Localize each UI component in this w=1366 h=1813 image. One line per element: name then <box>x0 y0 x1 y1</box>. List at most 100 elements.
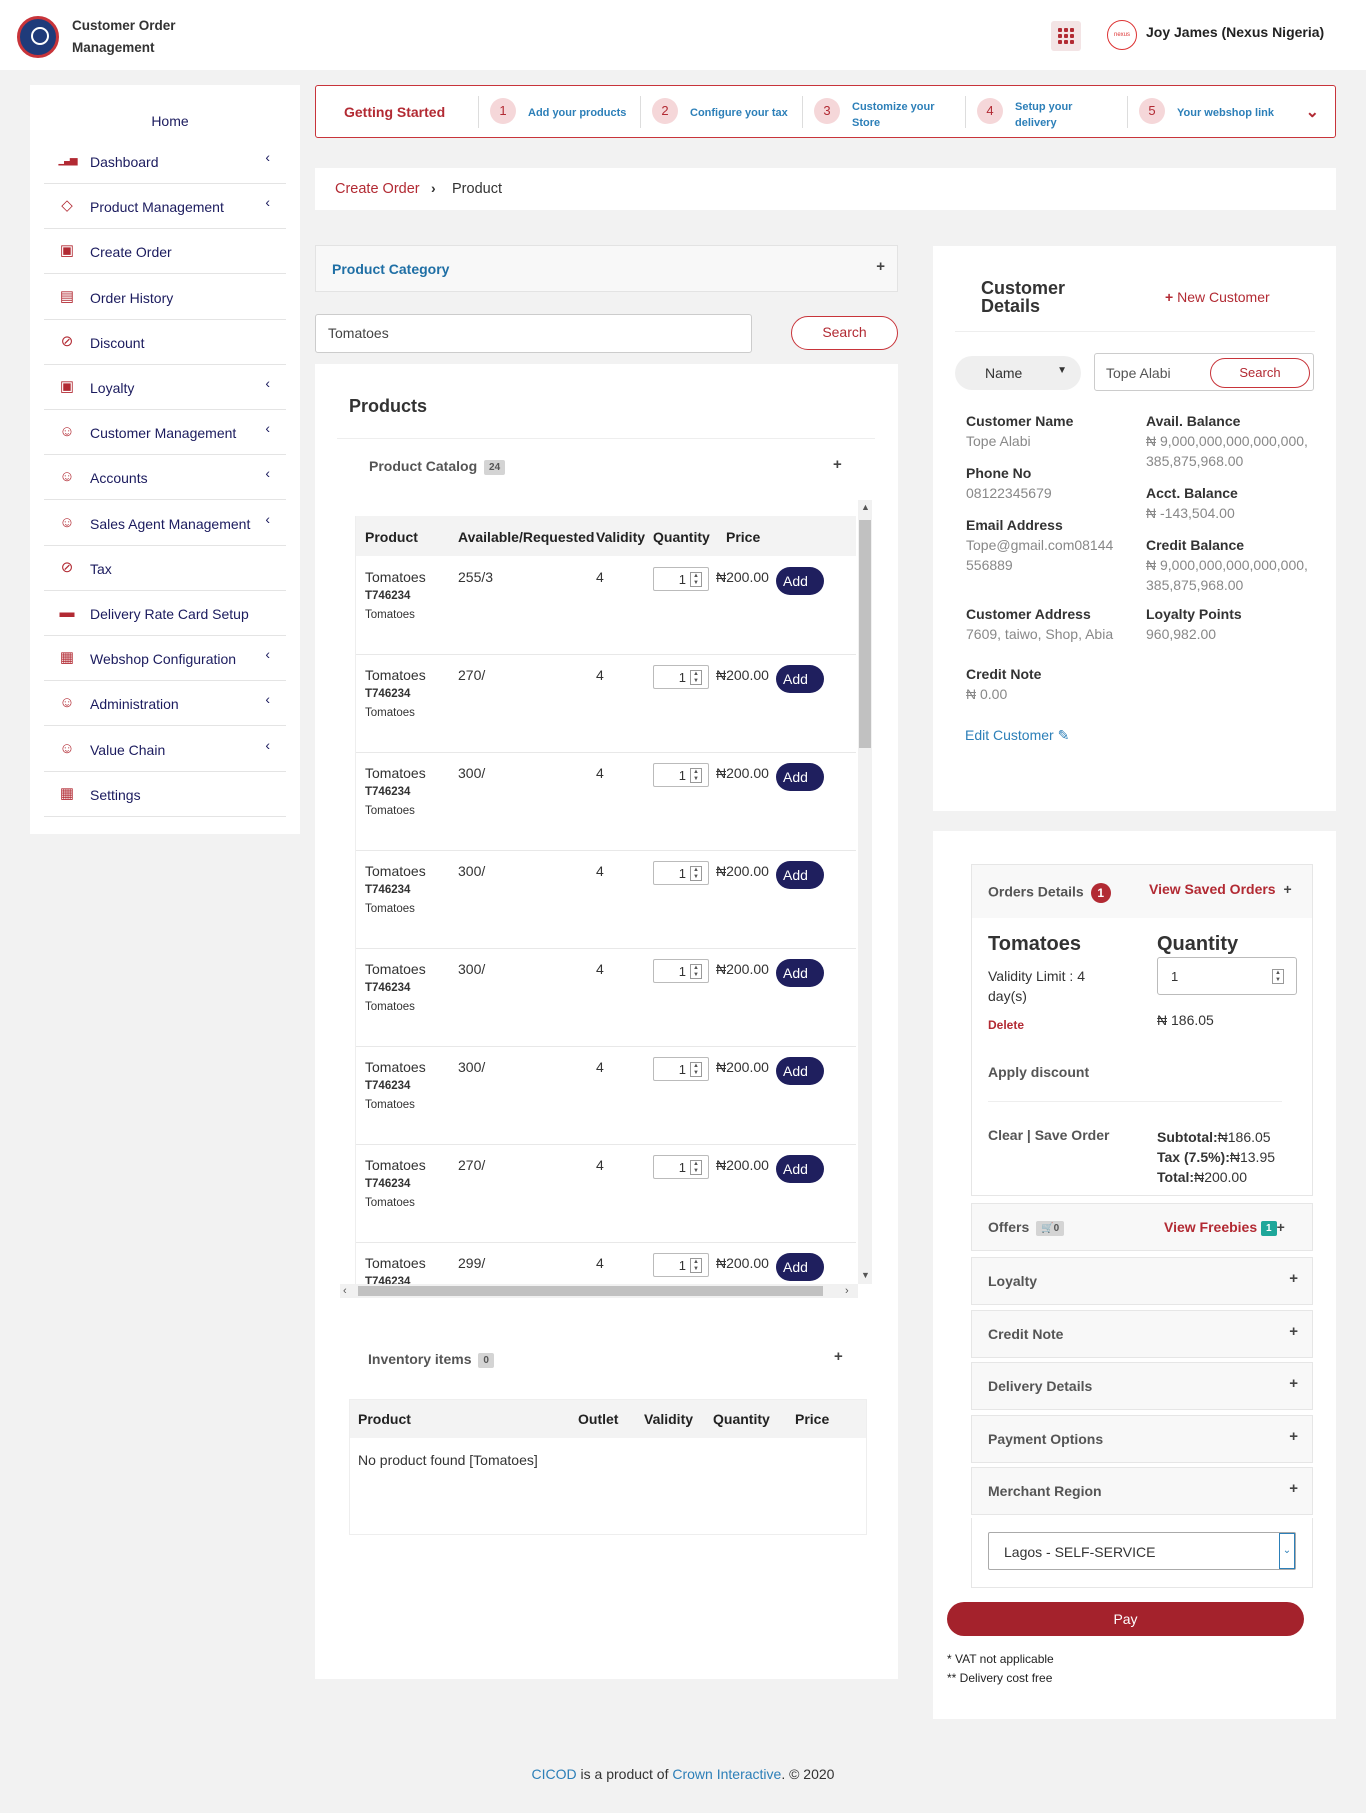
scroll-down-icon[interactable]: ▼ <box>861 1270 870 1280</box>
pay-button[interactable]: Pay <box>947 1602 1304 1636</box>
payment-options-panel[interactable]: Payment Options + <box>971 1414 1313 1463</box>
user-name[interactable]: Joy James (Nexus Nigeria) <box>1146 24 1324 40</box>
stepper-icon[interactable]: ▲ ▼ <box>690 670 702 685</box>
chevron-left-icon[interactable]: ‹ <box>265 420 270 436</box>
chevron-left-icon[interactable]: ‹ <box>265 375 270 391</box>
product-catalog-label[interactable]: Product Catalog 24 <box>369 458 506 475</box>
quantity-stepper[interactable]: 1 ▲ ▼ <box>653 567 709 591</box>
horizontal-scroll-thumb[interactable] <box>358 1286 823 1296</box>
chevron-left-icon[interactable]: ‹ <box>265 194 270 210</box>
sidebar-item-create-order[interactable]: ▣ Create Order <box>44 229 286 275</box>
chevron-left-icon[interactable]: ‹ <box>265 646 270 662</box>
stepper-icon[interactable]: ▲ ▼ <box>690 768 702 783</box>
chevron-left-icon[interactable]: ‹ <box>265 737 270 753</box>
stepper-icon[interactable]: ▲ ▼ <box>690 1258 702 1273</box>
view-saved-orders-link[interactable]: View Saved Orders + <box>1149 881 1292 897</box>
sidebar-item-accounts[interactable]: ☺ Accounts ‹ <box>44 455 286 501</box>
vertical-scroll-thumb[interactable] <box>859 520 871 748</box>
scroll-up-icon[interactable]: ▲ <box>861 502 870 512</box>
sidebar-item-product-management[interactable]: ◇ Product Management ‹ <box>44 184 286 230</box>
apply-discount-link[interactable]: Apply discount <box>988 1064 1089 1080</box>
view-freebies-link[interactable]: View Freebies 1 + <box>1164 1219 1285 1236</box>
delivery-details-panel[interactable]: Delivery Details + <box>971 1362 1313 1411</box>
sidebar-item-discount[interactable]: ⊘ Discount <box>44 320 286 365</box>
plus-icon[interactable]: + <box>834 1348 843 1365</box>
quantity-stepper[interactable]: 1 ▲ ▼ <box>653 959 709 983</box>
footer-brand-link[interactable]: CICOD <box>532 1766 577 1782</box>
chevron-left-icon[interactable]: ‹ <box>265 511 270 527</box>
offers-panel[interactable]: Offers 🛒0 View Freebies 1 + <box>971 1203 1313 1251</box>
customer-filter-select[interactable]: Name ▼ <box>955 356 1081 390</box>
sidebar-item-tax[interactable]: ⊘ Tax <box>44 546 286 591</box>
chevron-down-icon[interactable]: ⌄ <box>1306 102 1319 122</box>
orders-details-header[interactable]: Orders Details 1 View Saved Orders + <box>971 864 1313 919</box>
stepper-icon[interactable]: ▲ ▼ <box>690 1062 702 1077</box>
sidebar-item-loyalty[interactable]: ▣ Loyalty ‹ <box>44 365 286 410</box>
plus-icon[interactable]: + <box>833 456 842 473</box>
merchant-region-panel[interactable]: Merchant Region + <box>971 1467 1313 1516</box>
getting-started-step-2[interactable]: 2 Configure your tax <box>652 98 802 128</box>
quantity-stepper[interactable]: 1 ▲ ▼ <box>653 1057 709 1081</box>
sidebar-item-delivery-rate-card-setup[interactable]: ▬ Delivery Rate Card Setup <box>44 591 286 636</box>
loyalty-panel[interactable]: Loyalty + <box>971 1257 1313 1305</box>
getting-started-step-1[interactable]: 1 Add your products <box>490 98 640 128</box>
plus-icon[interactable]: + <box>1289 1270 1298 1287</box>
stepper-icon[interactable]: ▲ ▼ <box>690 1160 702 1175</box>
stepper-icon[interactable]: ▲ ▼ <box>690 866 702 881</box>
chevron-left-icon[interactable]: ‹ <box>265 691 270 707</box>
sidebar-item-customer-management[interactable]: ☺ Customer Management ‹ <box>44 410 286 456</box>
plus-icon[interactable]: + <box>876 258 885 275</box>
avatar[interactable]: nexus <box>1107 20 1137 50</box>
chevron-left-icon[interactable]: ‹ <box>265 149 270 165</box>
sidebar-item-dashboard[interactable]: ▁▃▅ Dashboard ‹ <box>44 139 286 184</box>
merchant-region-select[interactable]: Lagos - SELF-SERVICE ⌄ <box>988 1532 1296 1570</box>
add-product-button[interactable]: Add <box>776 1253 824 1281</box>
sidebar-home[interactable]: Home <box>30 113 310 129</box>
add-product-button[interactable]: Add <box>776 763 824 791</box>
add-product-button[interactable]: Add <box>776 959 824 987</box>
sidebar-item-administration[interactable]: ☺ Administration ‹ <box>44 681 286 727</box>
new-customer-button[interactable]: + New Customer <box>1165 289 1270 305</box>
getting-started-step-5[interactable]: 5 Your webshop link <box>1139 98 1289 128</box>
sidebar-item-sales-agent-management[interactable]: ☺ Sales Agent Management ‹ <box>44 501 286 546</box>
customer-search-button[interactable]: Search <box>1210 358 1310 388</box>
add-product-button[interactable]: Add <box>776 1155 824 1183</box>
plus-icon[interactable]: + <box>1289 1428 1298 1445</box>
sidebar-item-value-chain[interactable]: ☺ Value Chain ‹ <box>44 727 286 772</box>
credit-note-panel[interactable]: Credit Note + <box>971 1309 1313 1358</box>
add-product-button[interactable]: Add <box>776 861 824 889</box>
add-product-button[interactable]: Add <box>776 1057 824 1085</box>
plus-icon[interactable]: + <box>1289 1480 1298 1497</box>
breadcrumb-create-order[interactable]: Create Order <box>335 181 420 197</box>
product-search-button[interactable]: Search <box>791 316 898 350</box>
stepper-icon[interactable]: ▲ ▼ <box>690 964 702 979</box>
scroll-left-icon[interactable]: ‹ <box>343 1285 347 1297</box>
plus-icon[interactable]: + <box>1289 1375 1298 1392</box>
quantity-stepper[interactable]: 1 ▲ ▼ <box>653 665 709 689</box>
order-qty-input[interactable]: 1 ▲ ▼ <box>1157 957 1297 995</box>
quantity-stepper[interactable]: 1 ▲ ▼ <box>653 763 709 787</box>
plus-icon[interactable]: + <box>1289 1323 1298 1340</box>
delete-order-item-link[interactable]: Delete <box>988 1018 1024 1032</box>
stepper-icon[interactable]: ▲ ▼ <box>690 572 702 587</box>
chevron-down-icon[interactable]: ⌄ <box>1279 1533 1295 1569</box>
getting-started-step-3[interactable]: 3 Customize your Store <box>814 98 964 129</box>
clear-save-order-link[interactable]: Clear | Save Order <box>988 1127 1109 1143</box>
customer-search-input[interactable]: Tope Alabi Search <box>1094 353 1314 391</box>
apps-grid-icon[interactable] <box>1051 21 1081 51</box>
product-search-input[interactable]: Tomatoes <box>315 314 752 353</box>
add-product-button[interactable]: Add <box>776 665 824 693</box>
quantity-stepper[interactable]: 1 ▲ ▼ <box>653 1155 709 1179</box>
chevron-left-icon[interactable]: ‹ <box>265 465 270 481</box>
add-product-button[interactable]: Add <box>776 567 824 595</box>
inventory-items-label[interactable]: Inventory items 0 <box>368 1351 494 1368</box>
sidebar-item-order-history[interactable]: ▤ Order History <box>44 275 286 320</box>
footer-company-link[interactable]: Crown Interactive <box>672 1766 781 1782</box>
scroll-right-icon[interactable]: › <box>845 1285 849 1297</box>
app-logo[interactable] <box>17 16 59 58</box>
stepper-icon[interactable]: ▲ ▼ <box>1272 969 1284 984</box>
quantity-stepper[interactable]: 1 ▲ ▼ <box>653 861 709 885</box>
sidebar-item-webshop-configuration[interactable]: ▦ Webshop Configuration ‹ <box>44 636 286 682</box>
quantity-stepper[interactable]: 1 ▲ ▼ <box>653 1253 709 1277</box>
edit-customer-link[interactable]: Edit Customer ✎ <box>965 727 1069 744</box>
